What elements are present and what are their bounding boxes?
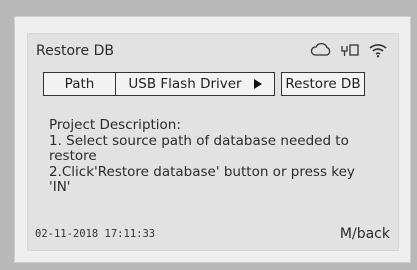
description-line: 2.Click'Restore database' button or pres… xyxy=(49,163,355,180)
usb-icon xyxy=(340,43,360,57)
project-description: Project Description: 1. Select source pa… xyxy=(49,117,389,196)
play-arrow-icon[interactable] xyxy=(253,79,262,89)
path-row: Path USB Flash Driver Restore DB xyxy=(43,72,365,98)
source-path-select[interactable]: USB Flash Driver xyxy=(116,73,274,95)
path-group: Path USB Flash Driver xyxy=(43,72,275,96)
page-title: Restore DB xyxy=(36,43,114,59)
description-line: 'IN' xyxy=(49,179,71,195)
restore-db-screen: Restore DB Path USB Flash Driver Restore… xyxy=(27,33,399,251)
restore-db-button[interactable]: Restore DB xyxy=(281,72,365,96)
source-path-value: USB Flash Driver xyxy=(128,76,242,92)
datetime-readout: 02-11-2018 17:11:33 xyxy=(35,228,156,240)
wifi-icon xyxy=(368,42,388,58)
back-hint: M/back xyxy=(339,226,390,242)
cloud-icon xyxy=(310,43,332,57)
path-label: Path xyxy=(44,73,116,95)
description-line: Project Description: xyxy=(49,117,181,133)
status-bar xyxy=(310,41,388,59)
description-line: 1. Select source path of database needed… xyxy=(49,132,349,149)
description-line: restore xyxy=(49,148,97,164)
